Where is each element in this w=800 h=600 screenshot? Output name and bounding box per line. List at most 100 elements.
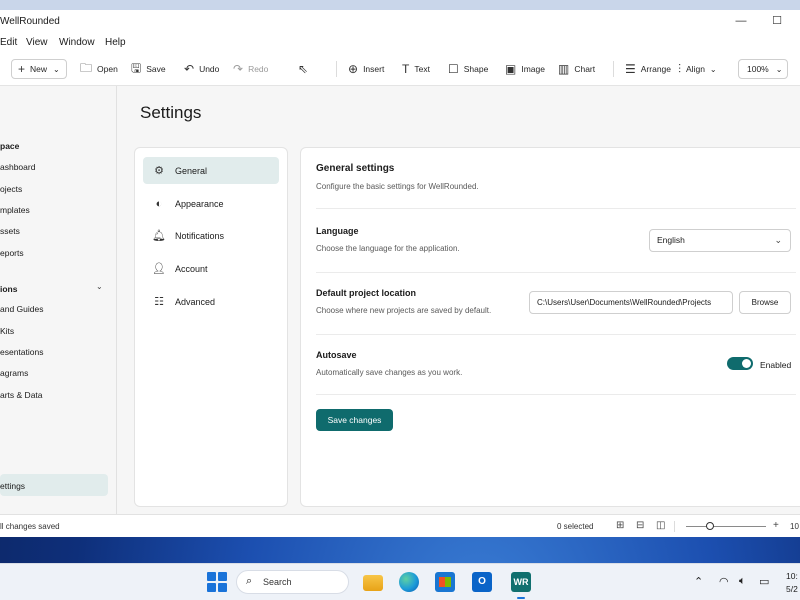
- align-button[interactable]: ⫶ Align ⌄: [678, 59, 717, 79]
- save-changes-button[interactable]: Save changes: [316, 409, 393, 431]
- shape-label: Shape: [463, 64, 489, 74]
- window-title: WellRounded: [0, 16, 60, 27]
- sidebar-item-templates[interactable]: mplates: [0, 205, 30, 215]
- shape-button[interactable]: ☐ Shape: [448, 59, 488, 79]
- image-label: Image: [521, 64, 545, 74]
- bell-icon: 🔔︎: [152, 230, 166, 242]
- volume-icon[interactable]: 🔈︎: [739, 575, 746, 588]
- project-location-input[interactable]: C:\Users\User\Documents\WellRounded\Proj…: [529, 291, 733, 314]
- store-icon[interactable]: [435, 572, 455, 592]
- cursor-icon: ⇖: [298, 62, 309, 76]
- settings-nav-general[interactable]: ⚙ General: [143, 157, 279, 184]
- redo-button[interactable]: ↷ Redo: [233, 59, 268, 79]
- active-app-indicator: [517, 597, 525, 599]
- desktop-strip: [0, 0, 800, 10]
- title-bar: WellRounded — ☐: [0, 10, 800, 32]
- selection-count: 0 selected: [557, 522, 594, 531]
- settings-nav-account[interactable]: 👤︎ Account: [143, 255, 279, 282]
- divider: [316, 334, 796, 335]
- search-label: Search: [263, 577, 292, 587]
- settings-nav: ⚙ General ◐ Appearance 🔔︎ Notifications …: [134, 147, 288, 507]
- page-title: Settings: [140, 103, 202, 122]
- autosave-toggle[interactable]: [727, 357, 753, 370]
- language-description: Choose the language for the application.: [316, 244, 460, 253]
- grid-view-icon[interactable]: ⊞: [616, 520, 624, 531]
- sidebar-section-workspace: pace: [0, 141, 20, 151]
- menu-edit[interactable]: Edit: [0, 37, 17, 48]
- browse-button[interactable]: Browse: [739, 291, 791, 314]
- outlook-icon[interactable]: O: [472, 572, 492, 592]
- battery-icon[interactable]: ▭: [759, 575, 769, 588]
- image-icon: ▣: [505, 62, 517, 76]
- square-icon: ☐: [448, 62, 459, 76]
- toolbar-divider: [336, 61, 337, 77]
- chart-button[interactable]: ▥ Chart: [558, 59, 595, 79]
- wellrounded-taskbar-icon[interactable]: WR: [511, 572, 531, 592]
- sidebar-item-reports[interactable]: eports: [0, 248, 24, 258]
- wifi-icon[interactable]: ◠: [719, 575, 729, 588]
- sidebar-item-diagrams[interactable]: agrams: [0, 368, 28, 378]
- sidebar-item-presentations[interactable]: esentations: [0, 347, 43, 357]
- image-button[interactable]: ▣ Image: [505, 59, 545, 79]
- chevron-up-icon[interactable]: ⌃: [694, 575, 703, 588]
- sidebar-item-ui-kits[interactable]: Kits: [0, 326, 14, 336]
- zoom-in-icon[interactable]: +: [773, 520, 779, 531]
- clock-date[interactable]: 5/2: [786, 584, 798, 594]
- start-button[interactable]: [207, 572, 227, 592]
- sidebar-item-brand-guides[interactable]: and Guides: [0, 304, 43, 314]
- insert-label: Insert: [363, 64, 385, 74]
- sidebar-item-dashboard[interactable]: ashboard: [0, 162, 35, 172]
- language-select[interactable]: English ⌄: [649, 229, 791, 252]
- toolbar-divider: [613, 61, 614, 77]
- sidebar-item-settings-label: ettings: [0, 481, 26, 491]
- settings-nav-label: Advanced: [175, 296, 216, 307]
- person-icon: 👤︎: [152, 263, 166, 275]
- save-button[interactable]: 🖫 Save: [131, 59, 166, 79]
- chart-label: Chart: [574, 64, 596, 74]
- plus-circle-icon: ⊕: [348, 62, 359, 76]
- menu-window[interactable]: Window: [59, 37, 95, 48]
- palette-icon: ◐: [155, 197, 163, 210]
- minimize-button[interactable]: —: [722, 12, 760, 30]
- settings-nav-notifications[interactable]: 🔔︎ Notifications: [143, 222, 279, 249]
- undo-button[interactable]: ↶ Undo: [184, 59, 219, 79]
- list-view-icon[interactable]: ⊟: [636, 520, 644, 531]
- windows-logo-icon: [218, 583, 227, 592]
- menu-help[interactable]: Help: [105, 37, 126, 48]
- status-bar: ll changes saved 0 selected ⊞ ⊟ ◫ + 10: [0, 514, 800, 537]
- taskbar-search[interactable]: ⌕ Search: [236, 570, 349, 594]
- chevron-down-icon[interactable]: ⌄: [96, 282, 103, 291]
- search-icon: ⌕: [246, 575, 253, 587]
- insert-button[interactable]: ⊕ Insert: [348, 59, 384, 79]
- sidebar: pace ashboard ojects mplates ssets eport…: [0, 86, 117, 514]
- sidebar-item-charts-data[interactable]: arts & Data: [0, 390, 43, 400]
- toggle-knob: [742, 359, 751, 368]
- clock-time[interactable]: 10:: [786, 571, 798, 581]
- zoom-slider-thumb[interactable]: [706, 522, 714, 530]
- sidebar-item-projects[interactable]: ojects: [0, 184, 22, 194]
- edge-browser-icon[interactable]: [399, 572, 419, 592]
- section-title: General settings: [316, 163, 395, 174]
- zoom-level: 10: [790, 522, 799, 531]
- toolbar: + New ⌄ 🗀 Open 🖫 Save ↶ Undo ↷ Redo ⇖ ⊕ …: [0, 52, 800, 86]
- general-settings-panel: General settings Configure the basic set…: [300, 147, 800, 507]
- text-button[interactable]: T Text: [402, 59, 430, 79]
- new-button[interactable]: + New ⌄: [11, 59, 67, 79]
- file-explorer-icon[interactable]: [363, 575, 383, 591]
- zoom-slider[interactable]: [686, 526, 766, 527]
- redo-label: Redo: [248, 64, 269, 74]
- open-button[interactable]: 🗀 Open: [80, 59, 118, 79]
- settings-nav-advanced[interactable]: ☷ Advanced: [143, 288, 279, 315]
- columns-view-icon[interactable]: ◫: [656, 520, 665, 531]
- arrange-button[interactable]: ☰ Arrange: [625, 59, 671, 79]
- menu-view[interactable]: View: [26, 37, 48, 48]
- divider: [316, 272, 796, 273]
- undo-icon: ↶: [184, 62, 195, 76]
- settings-nav-appearance[interactable]: ◐ Appearance: [143, 190, 279, 217]
- sidebar-item-assets[interactable]: ssets: [0, 226, 20, 236]
- chevron-down-icon: ⌄: [774, 235, 782, 245]
- select-tool-button[interactable]: ⇖: [298, 59, 313, 79]
- maximize-button[interactable]: ☐: [758, 12, 796, 30]
- windows-logo-icon: [207, 572, 216, 581]
- zoom-select[interactable]: 100% ⌄: [738, 59, 788, 79]
